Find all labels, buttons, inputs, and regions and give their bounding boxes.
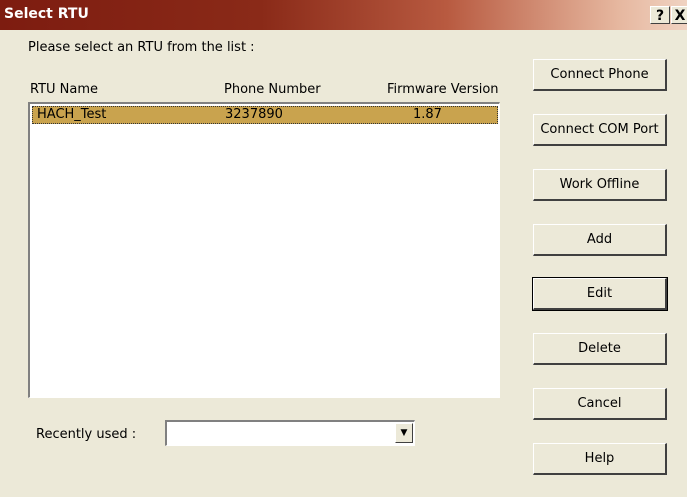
work-offline-button[interactable]: Work Offline — [533, 169, 667, 201]
rtu-name-cell: HACH_Test — [37, 107, 107, 122]
list-item[interactable]: HACH_Test 3237890 1.87 — [32, 106, 498, 124]
firmware-version-cell: 1.87 — [413, 107, 442, 122]
connect-com-port-button[interactable]: Connect COM Port — [533, 114, 667, 146]
recently-used-label: Recently used : — [36, 427, 137, 442]
edit-button[interactable]: Edit — [532, 277, 668, 311]
column-header-firmware-version[interactable]: Firmware Version — [387, 82, 499, 97]
chevron-down-icon[interactable]: ▼ — [395, 423, 413, 443]
add-button[interactable]: Add — [533, 224, 667, 256]
connect-phone-button[interactable]: Connect Phone — [533, 59, 667, 91]
window-title: Select RTU — [4, 6, 89, 22]
cancel-button[interactable]: Cancel — [533, 388, 667, 420]
column-header-rtu-name[interactable]: RTU Name — [30, 82, 98, 97]
phone-number-cell: 3237890 — [225, 107, 283, 122]
help-icon[interactable]: ? — [650, 6, 670, 24]
title-bar[interactable]: Select RTU ? X — [0, 0, 687, 30]
rtu-list[interactable]: HACH_Test 3237890 1.87 — [28, 102, 500, 398]
help-button[interactable]: Help — [533, 443, 667, 475]
instruction-label: Please select an RTU from the list : — [28, 40, 255, 55]
delete-button[interactable]: Delete — [533, 333, 667, 365]
close-icon[interactable]: X — [671, 6, 687, 24]
recently-used-dropdown[interactable]: ▼ — [165, 420, 415, 446]
column-header-phone-number[interactable]: Phone Number — [224, 82, 321, 97]
